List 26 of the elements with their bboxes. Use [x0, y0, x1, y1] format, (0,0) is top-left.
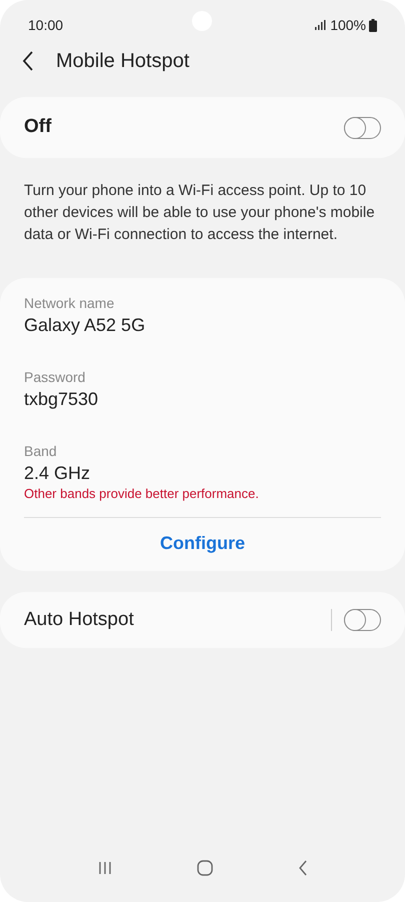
auto-hotspot-label: Auto Hotspot — [24, 608, 135, 632]
toggle-switch[interactable] — [344, 116, 381, 138]
setting-label: Network name — [24, 294, 116, 312]
description-text: Turn your phone into a Wi-Fi access point. Up to 10 other devices will be able to use your phone's mobile data or Wi-Fi connection to access the internet. — [23, 181, 376, 245]
auto-hotspot-card[interactable]: Auto Hotspot — [0, 592, 405, 648]
setting-label: Band — [24, 442, 58, 460]
configure-button[interactable]: Configure — [160, 530, 245, 557]
home-icon[interactable] — [196, 860, 212, 876]
setting-item[interactable]: Band 2.4 GHz Other bands provide better performance. — [24, 442, 381, 502]
signal-icon — [315, 20, 328, 30]
back-nav-icon[interactable] — [298, 860, 308, 876]
page-title: Mobile Hotspot — [56, 49, 190, 74]
switch-label: Off — [24, 115, 52, 140]
setting-value: txbg7530 — [24, 388, 100, 411]
setting-label: Password — [24, 368, 86, 386]
setting-value: Galaxy A52 5G — [24, 314, 146, 337]
setting-item[interactable]: Network name Galaxy A52 5G — [24, 294, 381, 338]
main-switch-card[interactable]: Off — [0, 97, 405, 158]
recent-apps-icon[interactable] — [98, 861, 112, 875]
toggle-switch[interactable] — [344, 609, 381, 631]
warning-text: Other bands provide better performance. — [24, 486, 260, 502]
status-time: 10:00 — [28, 16, 64, 34]
battery-percentage: 100% — [330, 16, 366, 34]
setting-value: 2.4 GHz — [24, 462, 92, 485]
setting-item[interactable]: Password txbg7530 — [24, 368, 381, 412]
battery-icon — [369, 18, 377, 32]
